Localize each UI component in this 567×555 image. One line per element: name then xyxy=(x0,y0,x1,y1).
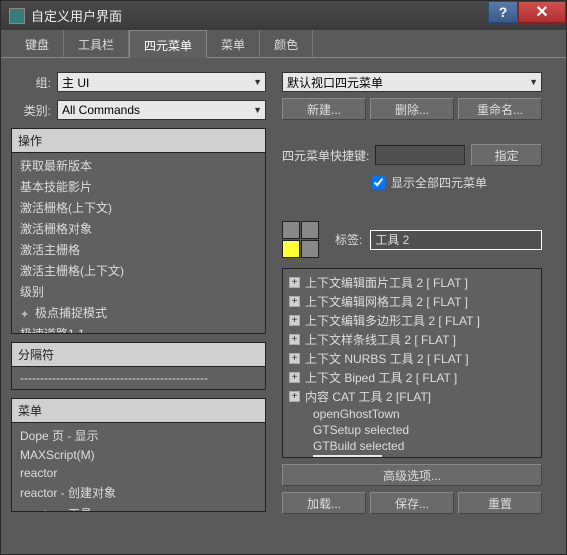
delete-button[interactable]: 删除... xyxy=(370,98,454,120)
tree-item[interactable]: GTBuild selected xyxy=(283,438,541,454)
tree-item[interactable]: openGhostTown xyxy=(283,406,541,422)
reset-button[interactable]: 重置 xyxy=(458,492,542,514)
tab-toolbars[interactable]: 工具栏 xyxy=(64,30,129,57)
tab-keyboard[interactable]: 键盘 xyxy=(11,30,64,57)
tree-item[interactable]: +上下文编辑多边形工具 2 [ FLAT ] xyxy=(283,311,541,330)
list-item[interactable]: 级别 xyxy=(12,281,265,302)
tag-input[interactable] xyxy=(370,230,542,250)
swatch-tl[interactable] xyxy=(282,221,300,239)
show-all-label: 显示全部四元菜单 xyxy=(391,174,487,191)
tree-item[interactable]: +上下文样条线工具 2 [ FLAT ] xyxy=(283,330,541,349)
tab-colors[interactable]: 颜色 xyxy=(260,30,313,57)
list-item[interactable]: 基本技能影片 xyxy=(12,176,265,197)
save-button[interactable]: 保存... xyxy=(370,492,454,514)
assign-button[interactable]: 指定 xyxy=(471,144,542,166)
list-item[interactable]: 激活栅格对象 xyxy=(12,218,265,239)
expand-icon[interactable]: + xyxy=(289,334,300,345)
operation-list[interactable]: 获取最新版本基本技能影片激活栅格(上下文)激活栅格对象激活主栅格激活主栅格(上下… xyxy=(12,153,265,333)
menu-list[interactable]: Dope 页 - 显示MAXScript(M)reactorreactor - … xyxy=(12,423,265,511)
expand-icon[interactable]: + xyxy=(289,353,300,364)
app-icon xyxy=(9,8,25,24)
category-dropdown[interactable]: All Commands xyxy=(57,100,266,120)
tab-quad-menus[interactable]: 四元菜单 xyxy=(129,30,207,58)
menu-header: 菜单 xyxy=(12,399,265,423)
tree-item[interactable]: 极速道路1.1 xyxy=(283,454,541,457)
menu-tree[interactable]: +上下文编辑面片工具 2 [ FLAT ]+上下文编辑网格工具 2 [ FLAT… xyxy=(283,269,541,457)
operation-header: 操作 xyxy=(12,129,265,153)
list-item[interactable]: ----------------------------------------… xyxy=(12,369,265,387)
shortcut-label: 四元菜单快捷键: xyxy=(282,147,369,164)
expand-icon[interactable]: + xyxy=(289,277,300,288)
customize-ui-window: 自定义用户界面 ? ✕ 键盘 工具栏 四元菜单 菜单 颜色 组: 主 UI 类别… xyxy=(0,0,567,555)
tree-item[interactable]: +上下文编辑面片工具 2 [ FLAT ] xyxy=(283,273,541,292)
load-button[interactable]: 加载... xyxy=(282,492,366,514)
list-item[interactable]: reactor xyxy=(12,464,265,482)
snap-icon xyxy=(20,307,32,319)
tag-label: 标签: xyxy=(335,231,362,248)
category-label: 类别: xyxy=(11,102,51,119)
group-label: 组: xyxy=(11,74,51,91)
close-button[interactable]: ✕ xyxy=(518,1,566,23)
list-item[interactable]: 激活主栅格(上下文) xyxy=(12,260,265,281)
expand-icon[interactable]: + xyxy=(289,391,300,402)
tab-menus[interactable]: 菜单 xyxy=(207,30,260,57)
expand-icon[interactable]: + xyxy=(289,372,300,383)
list-item[interactable]: reactor - 创建对象 xyxy=(12,482,265,503)
tree-item[interactable]: GTSetup selected xyxy=(283,422,541,438)
tab-bar: 键盘 工具栏 四元菜单 菜单 颜色 xyxy=(1,30,566,58)
separator-list[interactable]: ----------------------------------------… xyxy=(12,367,265,389)
tree-item[interactable]: +上下文 NURBS 工具 2 [ FLAT ] xyxy=(283,349,541,368)
swatch-bl-active[interactable] xyxy=(282,240,300,258)
tree-item[interactable]: +上下文编辑网格工具 2 [ FLAT ] xyxy=(283,292,541,311)
help-button[interactable]: ? xyxy=(488,1,518,23)
advanced-button[interactable]: 高级选项... xyxy=(282,464,542,486)
shortcut-input[interactable] xyxy=(375,145,465,165)
expand-icon[interactable]: + xyxy=(289,296,300,307)
tree-item[interactable]: +内容 CAT 工具 2 [FLAT] xyxy=(283,387,541,406)
titlebar[interactable]: 自定义用户界面 ? ✕ xyxy=(1,1,566,30)
list-item[interactable]: 激活栅格(上下文) xyxy=(12,197,265,218)
list-item[interactable]: 极速道路1.1 xyxy=(12,323,265,333)
list-item[interactable]: reactor - 工具 xyxy=(12,503,265,511)
swatch-br[interactable] xyxy=(301,240,319,258)
list-item[interactable]: 极点捕捉模式 xyxy=(12,302,265,323)
rename-button[interactable]: 重命名... xyxy=(458,98,542,120)
list-item[interactable]: 获取最新版本 xyxy=(12,155,265,176)
list-item[interactable]: 激活主栅格 xyxy=(12,239,265,260)
swatch-tr[interactable] xyxy=(301,221,319,239)
quad-menu-dropdown[interactable]: 默认视口四元菜单 xyxy=(282,72,542,92)
quad-swatch-grid[interactable] xyxy=(282,221,319,258)
separator-header: 分隔符 xyxy=(12,343,265,367)
new-button[interactable]: 新建... xyxy=(282,98,366,120)
show-all-checkbox[interactable] xyxy=(372,176,385,189)
tree-item[interactable]: +上下文 Biped 工具 2 [ FLAT ] xyxy=(283,368,541,387)
group-dropdown[interactable]: 主 UI xyxy=(57,72,266,92)
window-title: 自定义用户界面 xyxy=(31,6,122,25)
list-item[interactable]: MAXScript(M) xyxy=(12,446,265,464)
expand-icon[interactable]: + xyxy=(289,315,300,326)
list-item[interactable]: Dope 页 - 显示 xyxy=(12,425,265,446)
